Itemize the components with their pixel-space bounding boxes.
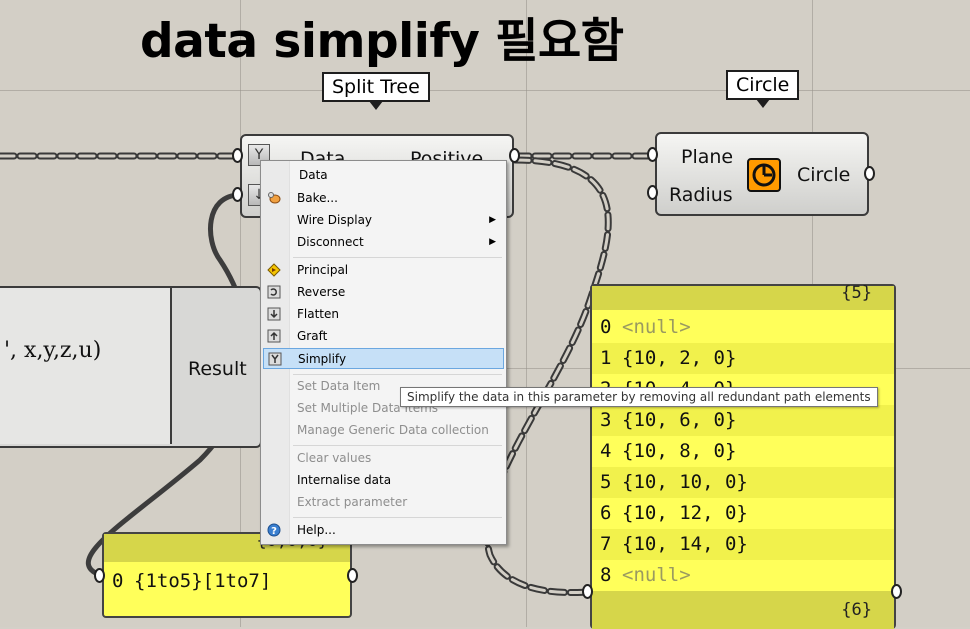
row-index: 0 [112, 570, 124, 592]
list-item: 1 {10, 2, 0} [592, 343, 894, 374]
menu-item-disconnect[interactable]: Disconnect ▶ [263, 232, 504, 253]
input-radius-label: Radius [669, 184, 733, 206]
simplify-tooltip: Simplify the data in this parameter by r… [400, 387, 878, 407]
row-value: <null> [622, 316, 691, 338]
circle-radius-grip[interactable] [647, 185, 658, 200]
menu-item-label: Extract parameter [297, 495, 408, 509]
row-value: {10, 10, 0} [622, 471, 748, 493]
menu-item-extract-parameter[interactable]: Extract parameter [263, 492, 504, 513]
menu-item-internalise-data[interactable]: Internalise data [263, 470, 504, 491]
split-tree-input2-grip[interactable] [232, 187, 243, 202]
list-item: 0 <null> [592, 312, 894, 343]
menu-item-bake[interactable]: Bake... [263, 188, 504, 209]
menu-item-label: Manage Generic Data collection [297, 423, 489, 437]
panel-left-output-grip[interactable] [347, 568, 358, 583]
help-icon: ? [267, 523, 281, 537]
input-plane-label: Plane [681, 146, 734, 168]
menu-item-label: Graft [297, 329, 328, 343]
row-index: 6 [600, 502, 612, 524]
list-item: 0 {1to5}[1to7] [104, 566, 350, 597]
submenu-arrow-icon: ▶ [489, 215, 496, 225]
list-item: 7 {10, 14, 0} [592, 529, 894, 560]
menu-item-principal[interactable]: Principal [263, 260, 504, 281]
row-value: {10, 8, 0} [622, 440, 737, 462]
expression-text: ', x,y,z,u) [4, 338, 102, 363]
menu-item-clear-values[interactable]: Clear values [263, 448, 504, 469]
simplify-icon [268, 352, 282, 366]
svg-text:?: ? [271, 526, 277, 537]
reverse-icon [267, 285, 281, 299]
menu-separator [293, 445, 502, 446]
menu-item-reverse[interactable]: Reverse [263, 282, 504, 303]
expression-output-label: Result [188, 358, 247, 380]
row-value: {10, 6, 0} [622, 409, 737, 431]
circle-plane-grip[interactable] [647, 147, 658, 162]
menu-separator [293, 374, 502, 375]
panel-right[interactable]: {5} 0 <null> 1 {10, 2, 0} 2 {10, 4, 0} 3… [590, 284, 896, 629]
panel-right-path-top: {5} [592, 285, 894, 310]
panel-left-input-grip[interactable] [94, 568, 105, 583]
menu-item-label: Flatten [297, 307, 339, 321]
panel-right-input-grip[interactable] [582, 584, 593, 599]
graft-icon [267, 329, 281, 343]
menu-item-label: Simplify [298, 352, 347, 366]
menu-item-label: Clear values [297, 451, 372, 465]
row-index: 8 [600, 564, 612, 586]
list-item: 8 <null> [592, 560, 894, 591]
menu-item-help[interactable]: ? Help... [263, 520, 504, 541]
principal-icon [267, 263, 281, 277]
menu-item-label: Set Data Item [297, 379, 381, 393]
list-item: 4 {10, 8, 0} [592, 436, 894, 467]
row-value: <null> [622, 564, 691, 586]
expression-component[interactable]: ', x,y,z,u) Result [0, 286, 262, 448]
circle-output-grip[interactable] [864, 166, 875, 181]
panel-right-path-bottom: {6} [592, 591, 894, 629]
menu-separator [293, 517, 502, 518]
output-circle-label: Circle [797, 164, 851, 186]
menu-separator [293, 257, 502, 258]
menu-item-label: Wire Display [297, 213, 373, 227]
circle-component-icon [747, 158, 781, 192]
menu-header: Data [263, 165, 504, 186]
expression-body: ', x,y,z,u) [0, 288, 172, 444]
panel-right-output-grip[interactable] [891, 584, 902, 599]
split-tree-input-grip[interactable] [232, 148, 243, 163]
row-value: {1to5}[1to7] [134, 570, 272, 592]
page-title: data simplify 필요함 [140, 14, 624, 69]
row-index: 3 [600, 409, 612, 431]
menu-item-simplify[interactable]: Simplify [263, 348, 504, 369]
submenu-arrow-icon: ▶ [489, 237, 496, 247]
menu-item-manage-generic-data[interactable]: Manage Generic Data collection [263, 420, 504, 441]
menu-item-flatten[interactable]: Flatten [263, 304, 504, 325]
menu-item-wire-display[interactable]: Wire Display ▶ [263, 210, 504, 231]
bake-icon [268, 192, 281, 204]
row-index: 5 [600, 471, 612, 493]
row-index: 1 [600, 347, 612, 369]
row-index: 4 [600, 440, 612, 462]
menu-item-label: Reverse [297, 285, 346, 299]
menu-item-label: Internalise data [297, 473, 392, 487]
list-item: 3 {10, 6, 0} [592, 405, 894, 436]
menu-item-label: Help... [297, 523, 336, 537]
circle-balloon: Circle [726, 70, 800, 108]
flatten-icon [267, 307, 281, 321]
row-index: 0 [600, 316, 612, 338]
row-value: {10, 14, 0} [622, 533, 748, 555]
row-value: {10, 12, 0} [622, 502, 748, 524]
split-tree-output-grip[interactable] [509, 148, 520, 163]
row-value: {10, 2, 0} [622, 347, 737, 369]
menu-header-label: Data [299, 168, 328, 182]
split-tree-balloon: Split Tree [322, 72, 430, 110]
context-menu: Data Bake... Wire Display ▶ Disconnect ▶… [260, 160, 507, 545]
list-item: 5 {10, 10, 0} [592, 467, 894, 498]
circle-component[interactable]: Plane Radius Circle [655, 132, 869, 216]
menu-item-label: Principal [297, 263, 349, 277]
menu-item-label: Bake... [297, 191, 338, 205]
menu-item-label: Disconnect [297, 235, 364, 249]
menu-item-graft[interactable]: Graft [263, 326, 504, 347]
row-index: 7 [600, 533, 612, 555]
list-item: 6 {10, 12, 0} [592, 498, 894, 529]
